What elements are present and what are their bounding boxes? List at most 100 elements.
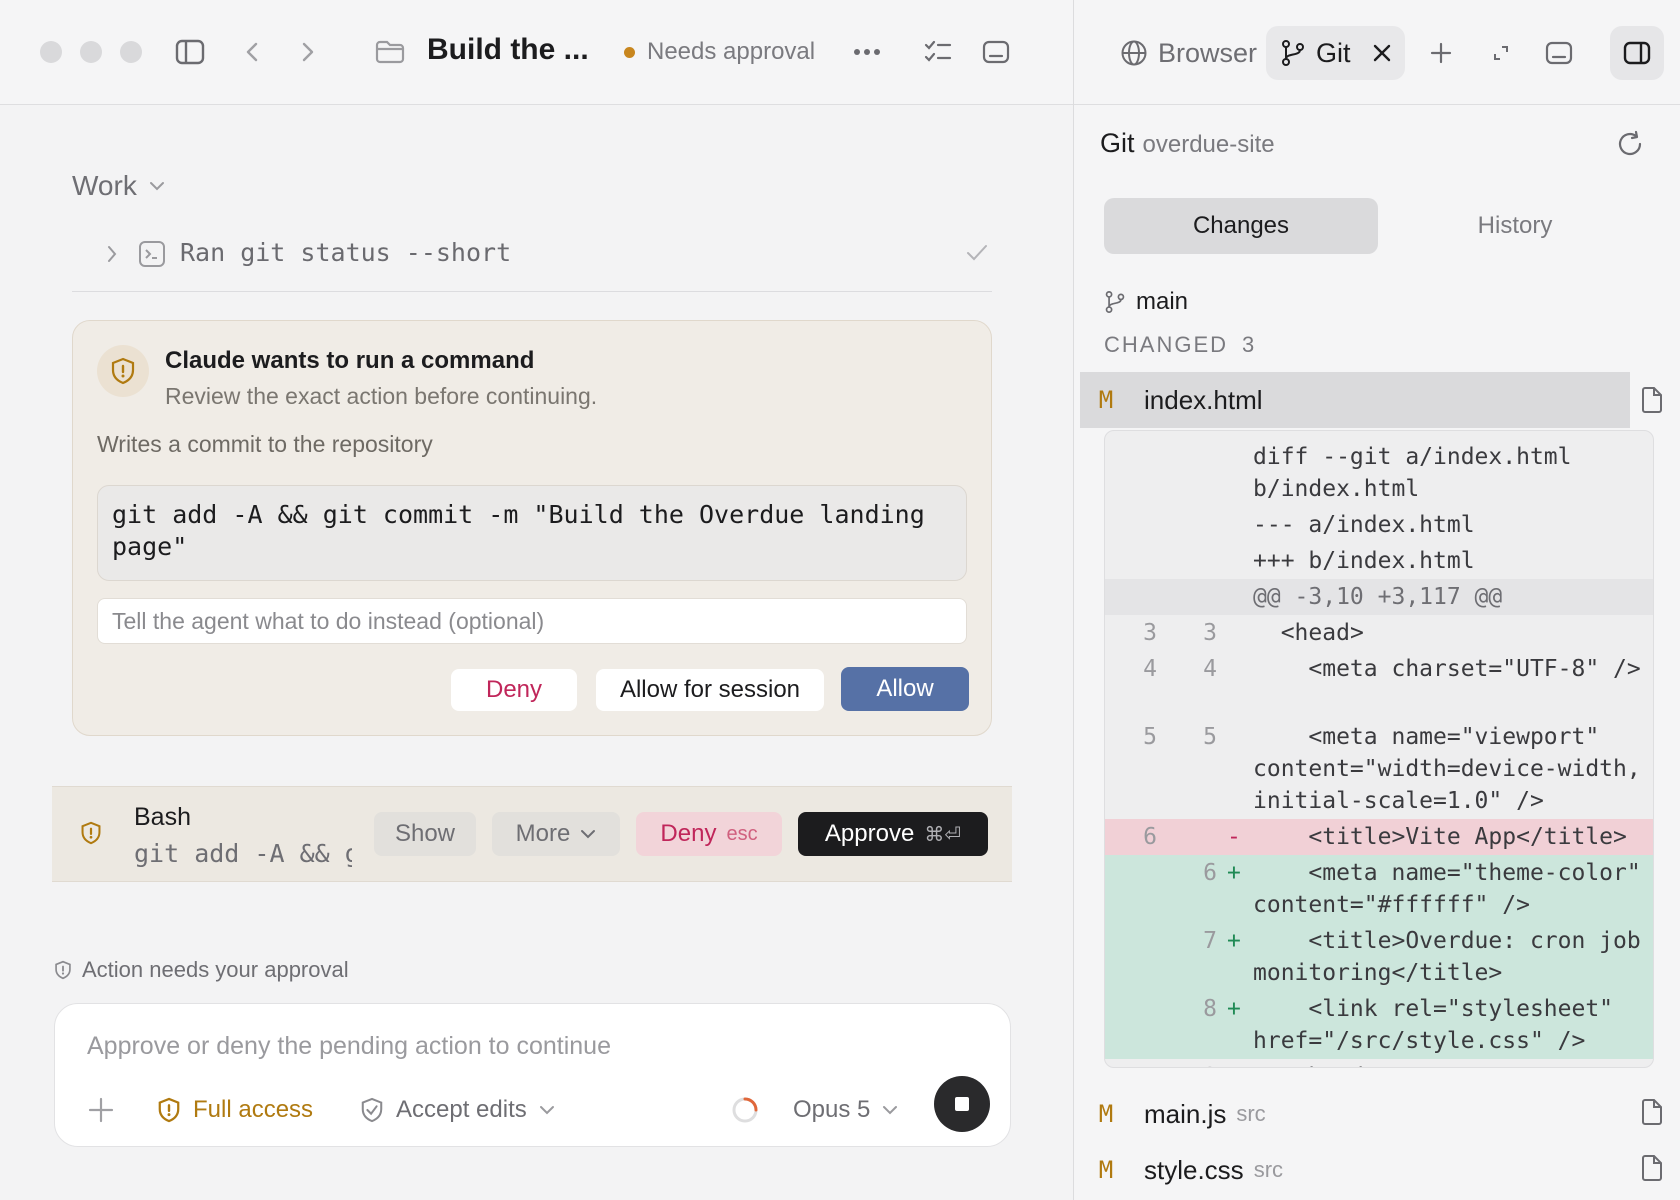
diff-text: --- a/index.html [1253, 512, 1475, 538]
approve-button[interactable]: Approve ⌘⏎ [798, 812, 988, 856]
bottom-panel-icon[interactable] [1532, 26, 1586, 80]
close-window-button[interactable] [40, 41, 62, 63]
chevron-down-icon [580, 829, 596, 839]
tab-changes[interactable]: Changes [1104, 198, 1378, 254]
allow-for-session-button[interactable]: Allow for session [596, 669, 824, 711]
diff-text: +++ b/index.html [1253, 548, 1475, 574]
loading-spinner-icon [731, 1096, 759, 1124]
file-row-index[interactable]: M index.html [1080, 372, 1630, 428]
chevron-down-icon [882, 1105, 898, 1115]
diff-text: <link rel="stylesheet" href="/src/style.… [1253, 996, 1627, 1054]
forward-icon[interactable] [296, 38, 320, 66]
approve-shortcut: ⌘⏎ [924, 823, 962, 846]
git-view-segmented: Changes History [1104, 198, 1652, 254]
zoom-window-button[interactable] [120, 41, 142, 63]
deny-button[interactable]: Deny [451, 669, 577, 711]
more-options-icon[interactable] [852, 40, 882, 64]
warning-shield-icon [97, 345, 149, 397]
add-attachment-icon[interactable] [87, 1096, 115, 1124]
permission-subheading: Review the exact action before continuin… [165, 383, 598, 409]
file-row-main-js[interactable]: M main.js src [1080, 1086, 1630, 1142]
close-tab-icon[interactable] [1373, 44, 1391, 62]
tab-git-label: Git [1316, 37, 1351, 68]
diff-new: 5 [1203, 724, 1217, 750]
work-section-toggle[interactable]: Work [72, 170, 165, 202]
diff-line: @@ -3,10 +3,117 @@ [1105, 579, 1653, 615]
minimize-window-button[interactable] [80, 41, 102, 63]
esc-shortcut: esc [726, 822, 758, 845]
branch-selector[interactable]: main [1104, 288, 1188, 316]
git-header: Git overdue-site [1100, 128, 1275, 159]
instead-input[interactable]: Tell the agent what to do instead (optio… [97, 598, 967, 644]
git-branch-icon [1280, 39, 1306, 67]
diff-text: <meta charset="UTF-8" /> [1253, 656, 1641, 682]
approval-notice-text: Action needs your approval [82, 957, 349, 982]
full-access-toggle[interactable]: Full access [157, 1088, 313, 1132]
file-dir: src [1253, 1157, 1284, 1182]
diff-line: 6 - <title>Vite App</title> [1105, 819, 1653, 855]
shield-check-icon [360, 1097, 384, 1123]
approval-notice: Action needs your approval [54, 957, 349, 983]
model-selector[interactable]: Opus 5 [793, 1088, 898, 1132]
terminal-icon [138, 240, 166, 268]
terminal-panel-icon[interactable] [980, 38, 1012, 66]
diff-new: 4 [1203, 656, 1217, 682]
work-label: Work [72, 170, 137, 201]
diff-line: 3 3 <head> [1105, 615, 1653, 651]
back-icon[interactable] [240, 38, 264, 66]
expand-icon[interactable] [1474, 26, 1528, 80]
right-sidebar-icon[interactable] [1610, 26, 1664, 80]
allow-button[interactable]: Allow [841, 667, 969, 711]
status-badge: Needs approval [624, 38, 815, 66]
tab-git[interactable]: Git [1266, 26, 1405, 80]
diff-line: 4 4 <meta charset="UTF-8" /> [1105, 651, 1653, 719]
alert-shield-icon [54, 960, 72, 980]
new-tab-icon[interactable] [1414, 26, 1468, 80]
diff-sign: + [1227, 996, 1241, 1022]
message-input[interactable]: Approve or deny the pending action to co… [87, 1032, 611, 1061]
tool-step-label: Ran git status --short [180, 238, 512, 267]
bash-approval-bar: Bash git add -A && git commit Show More … [52, 786, 1012, 882]
status-label: Needs approval [647, 38, 816, 65]
diff-old: 6 [1143, 824, 1157, 850]
branch-name: main [1136, 288, 1189, 315]
task-list-icon[interactable] [922, 38, 954, 66]
diff-new: 3 [1203, 620, 1217, 646]
diff-old: 5 [1143, 724, 1157, 750]
diff-new: 9 [1165, 1061, 1217, 1067]
diff-line: --- a/index.html [1105, 507, 1653, 543]
open-file-icon[interactable] [1640, 1154, 1664, 1182]
git-branch-icon [1104, 290, 1126, 314]
diff-line: 6 + <meta name="theme-color" content="#ff… [1105, 855, 1654, 923]
show-button[interactable]: Show [374, 812, 476, 856]
open-file-icon[interactable] [1640, 386, 1664, 414]
chevron-right-icon[interactable] [106, 244, 118, 264]
sidebar-toggle-icon[interactable] [172, 36, 208, 68]
open-file-icon[interactable] [1640, 1098, 1664, 1126]
permission-note: Writes a commit to the repository [97, 431, 433, 457]
status-dot [624, 46, 635, 58]
modified-badge: M [1098, 386, 1114, 414]
tool-step-row[interactable]: Ran git status --short [72, 232, 992, 292]
chat-pane: Build the ... Needs approval Work Ran gi… [0, 0, 1073, 1200]
stop-button[interactable] [934, 1076, 990, 1132]
bash-tool-name: Bash [134, 803, 191, 831]
file-row-style-css[interactable]: M style.css src [1080, 1142, 1630, 1198]
repo-name: overdue-site [1142, 131, 1275, 158]
more-dropdown[interactable]: More [492, 812, 620, 856]
refresh-icon[interactable] [1616, 130, 1644, 158]
file-name: style.css [1144, 1154, 1244, 1185]
diff-text: <meta name="theme-color" content="#fffff… [1253, 860, 1654, 918]
diff-text: <title>Vite App</title> [1253, 824, 1627, 850]
deny-esc-button[interactable]: Deny esc [636, 812, 782, 856]
accept-edits-dropdown[interactable]: Accept edits [360, 1088, 555, 1132]
tab-browser[interactable]: Browser [1106, 26, 1271, 80]
conversation-title[interactable]: Build the ... [427, 33, 589, 67]
command-preview: git add -A && git commit -m "Build the O… [97, 485, 967, 581]
model-label: Opus 5 [793, 1096, 871, 1123]
diff-line: 8 + <link rel="stylesheet" href="/src/sty… [1105, 991, 1653, 1059]
tab-history[interactable]: History [1378, 198, 1652, 254]
file-name: index.html [1144, 384, 1263, 415]
globe-icon [1120, 39, 1148, 67]
diff-new: 6 [1203, 860, 1217, 886]
